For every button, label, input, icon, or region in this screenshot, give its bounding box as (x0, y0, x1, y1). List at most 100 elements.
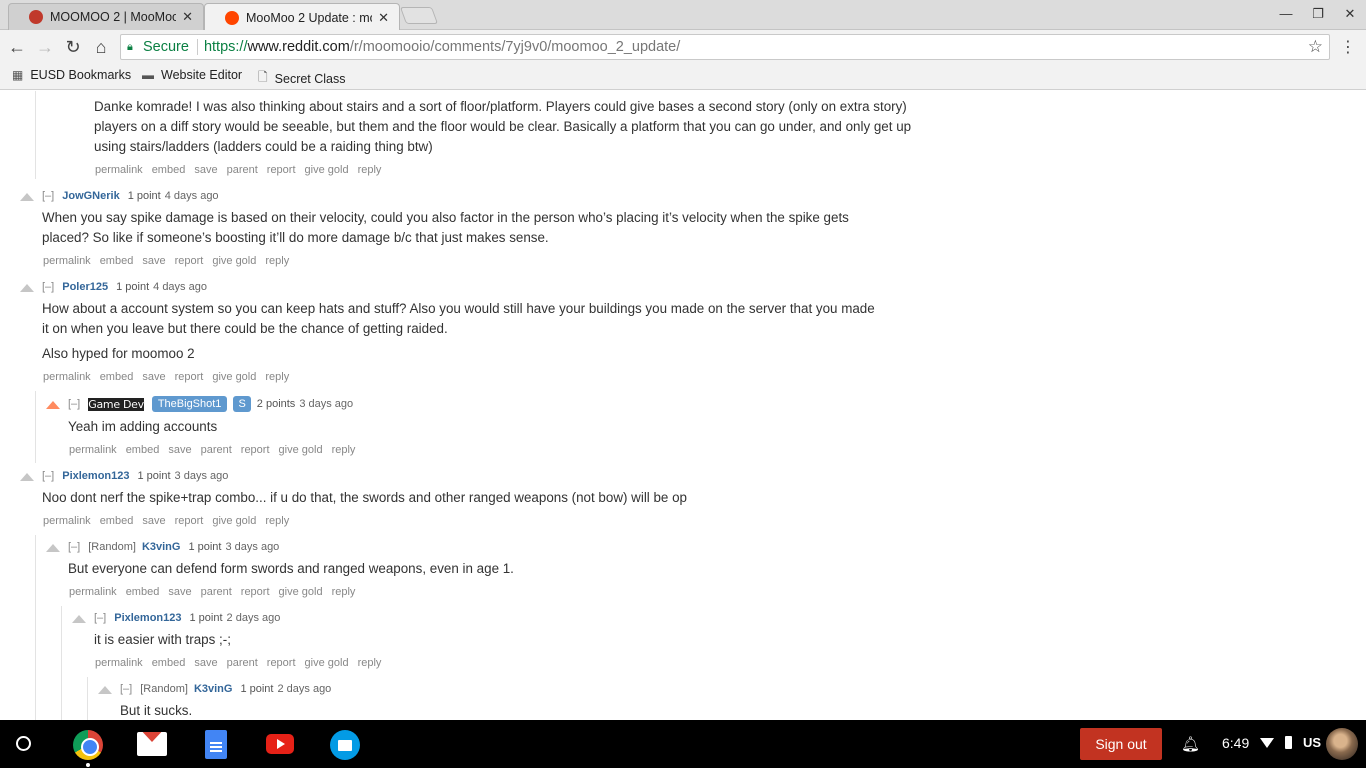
embed-link[interactable]: embed (126, 444, 160, 456)
comment-author[interactable]: Pixlemon123 (114, 612, 181, 624)
embed-link[interactable]: embed (100, 255, 134, 267)
embed-link[interactable]: embed (126, 586, 160, 598)
notification-bell-icon[interactable]: 🔔︎ (1181, 735, 1200, 753)
upvote-arrow-icon[interactable] (72, 615, 86, 623)
wifi-icon[interactable] (1260, 738, 1274, 748)
report-link[interactable]: report (241, 444, 270, 456)
embed-link[interactable]: embed (152, 164, 186, 176)
permalink-link[interactable]: permalink (43, 515, 91, 527)
address-bar[interactable]: 🔒︎ Secure https:// www.reddit.com /r/moo… (120, 34, 1330, 60)
parent-link[interactable]: parent (201, 586, 232, 598)
permalink-link[interactable]: permalink (95, 164, 143, 176)
give-gold-link[interactable]: give gold (212, 255, 256, 267)
give-gold-link[interactable]: give gold (279, 586, 323, 598)
bookmark-secret-class[interactable]: 🗋︎ Secret Class (258, 68, 346, 89)
report-link[interactable]: report (175, 255, 204, 267)
restore-icon[interactable]: ❐ (1308, 6, 1328, 22)
reply-link[interactable]: reply (265, 515, 289, 527)
collapse-toggle[interactable]: [–] (42, 281, 54, 293)
battery-icon[interactable] (1285, 736, 1292, 749)
comment-score: 1 point (240, 683, 274, 695)
collapse-toggle[interactable]: [–] (68, 541, 80, 553)
report-link[interactable]: report (267, 657, 296, 669)
close-window-icon[interactable]: ✕ (1340, 6, 1360, 22)
save-link[interactable]: save (168, 586, 191, 598)
give-gold-link[interactable]: give gold (279, 444, 323, 456)
submitter-badge[interactable]: S (233, 396, 251, 412)
comment-author[interactable]: TheBigShot1 (151, 396, 228, 412)
docs-icon[interactable] (205, 730, 227, 759)
comment-author[interactable]: Pixlemon123 (62, 470, 129, 482)
sign-out-button[interactable]: Sign out (1080, 728, 1162, 760)
embed-link[interactable]: embed (100, 515, 134, 527)
tab-moomoo-io[interactable]: MOOMOO 2 | MooMoo.io ✕ (8, 3, 204, 30)
comment-author[interactable]: K3vinG (142, 541, 181, 553)
youtube-icon[interactable] (266, 734, 294, 754)
upvote-arrow-icon[interactable] (46, 544, 60, 552)
upvote-arrow-icon[interactable] (20, 284, 34, 292)
comment-author[interactable]: Poler125 (62, 281, 108, 293)
save-link[interactable]: save (142, 255, 165, 267)
reply-link[interactable]: reply (265, 255, 289, 267)
collapse-toggle[interactable]: [–] (120, 683, 132, 695)
collapse-toggle[interactable]: [–] (68, 398, 80, 410)
embed-link[interactable]: embed (152, 657, 186, 669)
tab-reddit[interactable]: MooMoo 2 Update : moo ✕ (204, 3, 400, 31)
report-link[interactable]: report (175, 515, 204, 527)
report-link[interactable]: report (175, 371, 204, 383)
permalink-link[interactable]: permalink (95, 657, 143, 669)
give-gold-link[interactable]: give gold (305, 164, 349, 176)
reply-link[interactable]: reply (332, 444, 356, 456)
permalink-link[interactable]: permalink (69, 586, 117, 598)
comment-author[interactable]: JowGNerik (62, 190, 119, 202)
reply-link[interactable]: reply (332, 586, 356, 598)
launcher-circle-icon[interactable] (16, 736, 31, 751)
save-link[interactable]: save (142, 515, 165, 527)
new-tab-button[interactable] (399, 7, 439, 24)
give-gold-link[interactable]: give gold (212, 371, 256, 383)
minimize-icon[interactable]: — (1276, 6, 1296, 21)
comment-author[interactable]: K3vinG (194, 683, 233, 695)
bookmark-star-icon[interactable]: ☆ (1308, 37, 1323, 57)
bookmark-eusd[interactable]: ▦ EUSD Bookmarks (12, 68, 131, 82)
gmail-icon[interactable] (137, 732, 167, 756)
give-gold-link[interactable]: give gold (305, 657, 349, 669)
upvote-arrow-icon[interactable] (98, 686, 112, 694)
back-icon[interactable]: ← (6, 36, 28, 58)
give-gold-link[interactable]: give gold (212, 515, 256, 527)
collapse-toggle[interactable]: [–] (42, 470, 54, 482)
save-link[interactable]: save (194, 657, 217, 669)
report-link[interactable]: report (267, 164, 296, 176)
save-link[interactable]: save (142, 371, 165, 383)
save-link[interactable]: save (194, 164, 217, 176)
collapse-toggle[interactable]: [–] (42, 190, 54, 202)
upvote-arrow-icon[interactable] (20, 193, 34, 201)
embed-link[interactable]: embed (100, 371, 134, 383)
parent-link[interactable]: parent (201, 444, 232, 456)
parent-link[interactable]: parent (227, 164, 258, 176)
reply-link[interactable]: reply (358, 164, 382, 176)
user-avatar[interactable] (1326, 728, 1358, 760)
permalink-link[interactable]: permalink (69, 444, 117, 456)
browser-menu-icon[interactable]: ⋮ (1340, 37, 1356, 57)
chrome-icon[interactable] (73, 730, 103, 760)
upvote-arrow-icon[interactable] (46, 401, 60, 409)
bookmark-website-editor[interactable]: ▬ Website Editor (142, 68, 242, 82)
close-tab-icon[interactable]: ✕ (182, 9, 193, 25)
reply-link[interactable]: reply (265, 371, 289, 383)
close-tab-icon[interactable]: ✕ (378, 10, 389, 26)
reply-link[interactable]: reply (358, 657, 382, 669)
home-icon[interactable]: ⌂ (90, 36, 112, 58)
reload-icon[interactable]: ↻ (62, 36, 84, 58)
save-link[interactable]: save (168, 444, 191, 456)
parent-link[interactable]: parent (227, 657, 258, 669)
files-icon[interactable] (330, 730, 360, 760)
clock[interactable]: 6:49 (1222, 735, 1249, 751)
forward-icon[interactable]: → (34, 36, 56, 58)
collapse-toggle[interactable]: [–] (94, 612, 106, 624)
report-link[interactable]: report (241, 586, 270, 598)
permalink-link[interactable]: permalink (43, 255, 91, 267)
permalink-link[interactable]: permalink (43, 371, 91, 383)
input-method-indicator[interactable]: US (1303, 735, 1321, 750)
upvote-arrow-icon[interactable] (20, 473, 34, 481)
